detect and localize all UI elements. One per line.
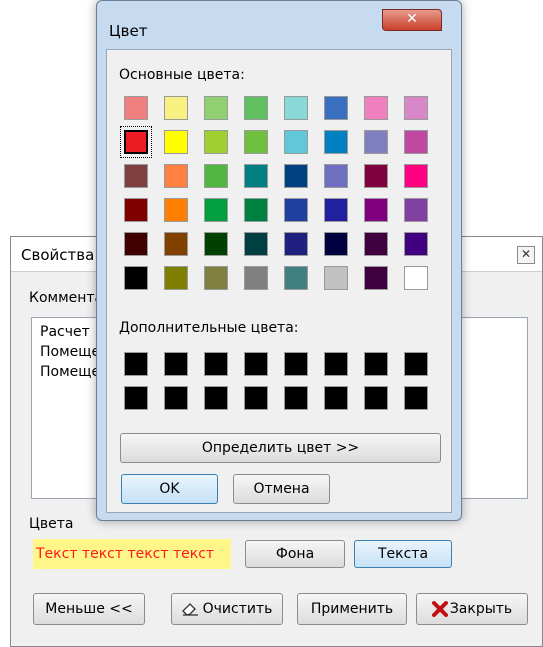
basic-color-swatch[interactable] <box>284 266 308 290</box>
basic-color-swatch[interactable] <box>204 266 228 290</box>
basic-color-swatch[interactable] <box>324 198 348 222</box>
basic-colors-label: Основные цвета: <box>119 67 245 83</box>
custom-color-swatch[interactable] <box>324 352 348 376</box>
basic-color-swatch[interactable] <box>404 130 428 154</box>
color-preview: Текст текст текст текст <box>33 539 231 569</box>
comment-line: Помеще <box>40 344 101 360</box>
basic-color-swatch[interactable] <box>164 232 188 256</box>
less-button[interactable]: Меньше << <box>33 593 145 625</box>
basic-color-swatch[interactable] <box>404 164 428 188</box>
basic-color-swatch[interactable] <box>244 198 268 222</box>
basic-color-swatch[interactable] <box>120 126 152 158</box>
basic-color-swatch[interactable] <box>364 198 388 222</box>
custom-color-swatch[interactable] <box>164 352 188 376</box>
basic-color-swatch[interactable] <box>164 266 188 290</box>
text-color-button[interactable]: Текста <box>354 540 452 568</box>
basic-color-swatch[interactable] <box>164 164 188 188</box>
custom-colors-label: Дополнительные цвета: <box>119 320 299 336</box>
basic-color-swatch[interactable] <box>244 130 268 154</box>
custom-color-swatch[interactable] <box>124 386 148 410</box>
clear-button[interactable]: Очистить <box>171 593 283 625</box>
basic-color-swatch[interactable] <box>404 198 428 222</box>
basic-color-swatch[interactable] <box>244 266 268 290</box>
background-color-button[interactable]: Фона <box>245 540 345 568</box>
basic-color-swatch[interactable] <box>324 96 348 120</box>
red-x-icon <box>431 601 448 617</box>
basic-color-swatch[interactable] <box>204 130 228 154</box>
basic-color-swatch[interactable] <box>324 266 348 290</box>
clear-button-label: Очистить <box>202 601 273 617</box>
basic-color-swatch[interactable] <box>164 96 188 120</box>
basic-color-swatch[interactable] <box>284 232 308 256</box>
basic-color-swatch[interactable] <box>404 96 428 120</box>
basic-color-swatch[interactable] <box>124 232 148 256</box>
basic-color-swatch[interactable] <box>124 266 148 290</box>
basic-color-swatch[interactable] <box>364 164 388 188</box>
basic-color-swatch[interactable] <box>364 266 388 290</box>
basic-color-swatch[interactable] <box>124 96 148 120</box>
dialog-title: Цвет <box>109 22 148 40</box>
basic-color-swatch[interactable] <box>324 232 348 256</box>
custom-color-swatch[interactable] <box>284 352 308 376</box>
cancel-button[interactable]: Отмена <box>233 474 330 504</box>
basic-color-swatch[interactable] <box>404 266 428 290</box>
custom-color-swatch[interactable] <box>244 386 268 410</box>
basic-color-swatch[interactable] <box>204 96 228 120</box>
basic-color-swatch[interactable] <box>164 130 188 154</box>
close-button[interactable]: Закрыть <box>416 593 528 625</box>
eraser-icon <box>181 603 198 616</box>
basic-color-swatch[interactable] <box>204 232 228 256</box>
basic-color-swatch[interactable] <box>284 96 308 120</box>
basic-color-swatch[interactable] <box>204 164 228 188</box>
basic-color-swatch[interactable] <box>364 232 388 256</box>
apply-button[interactable]: Применить <box>297 593 407 625</box>
close-icon[interactable]: ✕ <box>382 9 442 31</box>
basic-color-swatch[interactable] <box>124 164 148 188</box>
custom-color-swatch[interactable] <box>324 386 348 410</box>
basic-color-swatch[interactable] <box>164 198 188 222</box>
colors-label: Цвета <box>29 516 74 532</box>
basic-color-swatch[interactable] <box>244 96 268 120</box>
custom-color-swatch[interactable] <box>204 352 228 376</box>
close-button-label: Закрыть <box>449 601 513 617</box>
basic-color-swatch[interactable] <box>244 232 268 256</box>
comment-line: Расчет <box>40 324 90 340</box>
basic-color-swatch[interactable] <box>324 130 348 154</box>
window-title: Свойства <box>21 246 95 264</box>
basic-color-swatch[interactable] <box>284 164 308 188</box>
custom-color-swatch[interactable] <box>364 386 388 410</box>
custom-color-swatch[interactable] <box>164 386 188 410</box>
comment-line: Помеще <box>40 364 101 380</box>
basic-color-swatch[interactable] <box>404 232 428 256</box>
custom-color-swatch[interactable] <box>284 386 308 410</box>
define-custom-color-button[interactable]: Определить цвет >> <box>120 433 441 463</box>
custom-color-swatch[interactable] <box>124 352 148 376</box>
basic-color-swatch[interactable] <box>124 198 148 222</box>
color-dialog: Цвет ✕ Основные цвета: Дополнительные цв… <box>96 0 462 521</box>
custom-color-swatch[interactable] <box>244 352 268 376</box>
ok-button[interactable]: OK <box>121 474 218 504</box>
custom-color-swatch[interactable] <box>204 386 228 410</box>
basic-color-swatch[interactable] <box>244 164 268 188</box>
custom-color-swatch[interactable] <box>364 352 388 376</box>
basic-color-swatch[interactable] <box>204 198 228 222</box>
basic-color-swatch[interactable] <box>324 164 348 188</box>
dialog-client-area: Основные цвета: Дополнительные цвета: Оп… <box>106 49 452 513</box>
basic-color-swatch[interactable] <box>284 198 308 222</box>
basic-color-swatch[interactable] <box>364 130 388 154</box>
custom-color-swatch[interactable] <box>404 352 428 376</box>
custom-color-swatch[interactable] <box>404 386 428 410</box>
basic-color-swatch[interactable] <box>284 130 308 154</box>
basic-color-swatch[interactable] <box>364 96 388 120</box>
close-icon[interactable]: ✕ <box>517 246 535 264</box>
